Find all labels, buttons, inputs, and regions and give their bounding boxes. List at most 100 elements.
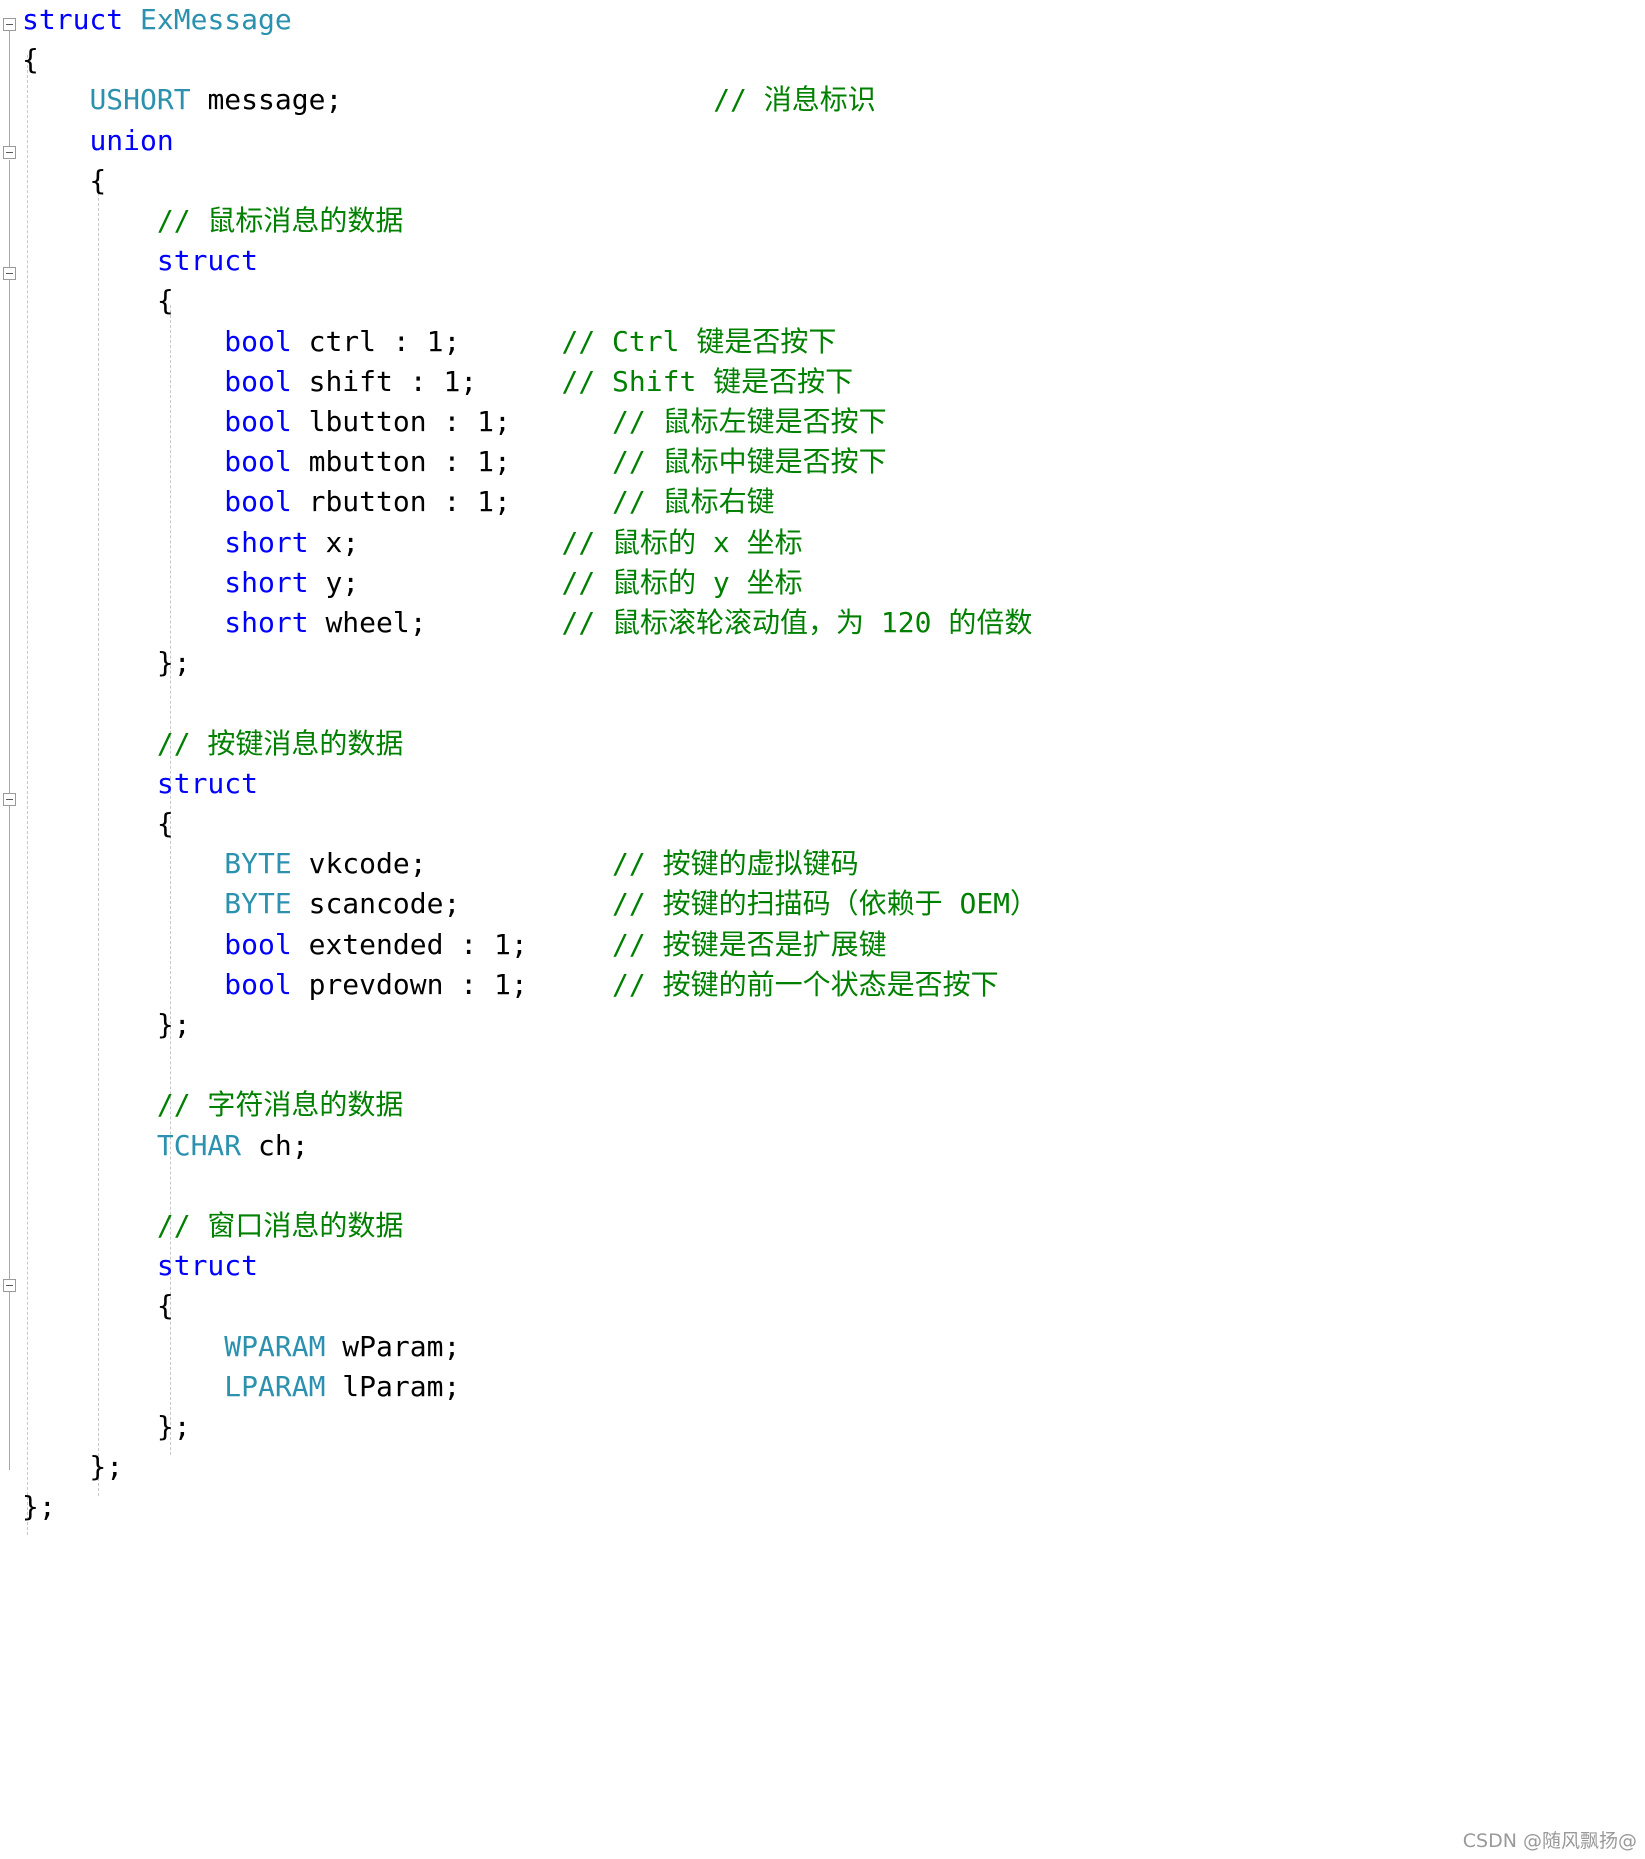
code-token-cmt: // 按键是否是扩展键 xyxy=(612,927,887,961)
fold-toggle-struct-keyboard[interactable] xyxy=(3,793,16,806)
code-token-kw: bool xyxy=(224,445,292,479)
code-token-pun xyxy=(22,566,224,599)
code-line[interactable]: }; xyxy=(22,643,191,683)
code-token-kw: bool xyxy=(224,405,292,438)
code-token-kw: short xyxy=(224,606,309,639)
code-token-id: y; xyxy=(308,565,360,599)
code-line[interactable]: short x; // 鼠标的 x 坐标 xyxy=(22,523,802,563)
code-editor[interactable]: struct ExMessage{ USHORT message; // 消息标… xyxy=(0,0,1645,1859)
code-token-kw: bool xyxy=(224,364,292,398)
code-token-kw: bool xyxy=(224,927,292,961)
code-token-cmt: // 鼠标中键是否按下 xyxy=(612,445,887,479)
code-token-pun xyxy=(22,1370,224,1403)
code-token-pun xyxy=(22,928,224,961)
code-token-cmt: // 按键的前一个状态是否按下 xyxy=(612,967,999,1001)
code-line[interactable]: bool ctrl : 1; // Ctrl 键是否按下 xyxy=(22,322,836,362)
code-line[interactable]: { xyxy=(22,40,39,80)
code-line[interactable]: }; xyxy=(22,1407,191,1447)
code-token-id: message; xyxy=(190,83,343,117)
code-line[interactable]: { xyxy=(22,161,106,201)
code-line[interactable]: struct xyxy=(22,764,258,804)
code-line[interactable]: }; xyxy=(22,1447,123,1487)
code-line[interactable]: short y; // 鼠标的 y 坐标 xyxy=(22,563,802,603)
code-token-kw: union xyxy=(89,123,174,157)
code-token-id: shift : 1; xyxy=(291,364,478,398)
code-token-id: wParam; xyxy=(325,1329,461,1363)
code-token-id: wheel; xyxy=(308,606,427,639)
code-token-cmt: // 按键消息的数据 xyxy=(156,726,404,760)
code-line[interactable]: TCHAR ch; xyxy=(22,1126,309,1166)
code-line[interactable]: }; xyxy=(22,1487,56,1527)
code-token-pun xyxy=(427,606,562,639)
code-token-pun xyxy=(427,847,612,880)
code-token-pun: }; xyxy=(22,1450,124,1484)
code-token-id: rbutton : 1; xyxy=(291,485,511,519)
code-token-pun xyxy=(123,3,140,36)
code-token-cmt: // 鼠标右键 xyxy=(612,485,775,519)
code-line[interactable]: BYTE scancode; // 按键的扫描码（依赖于 OEM） xyxy=(22,884,1038,924)
fold-toggle-struct-mouse[interactable] xyxy=(3,267,16,280)
code-line[interactable]: LPARAM lParam; xyxy=(22,1367,460,1407)
code-token-pun xyxy=(22,204,157,237)
code-line[interactable]: bool rbutton : 1; // 鼠标右键 xyxy=(22,482,775,522)
code-token-pun: { xyxy=(22,807,174,840)
fold-toggle-struct-exmessage[interactable] xyxy=(3,18,16,31)
code-line[interactable]: { xyxy=(22,281,174,321)
code-token-cmt: // 字符消息的数据 xyxy=(156,1088,404,1122)
code-token-type: WPARAM xyxy=(224,1329,326,1363)
folding-gutter[interactable] xyxy=(0,0,22,1859)
code-token-pun xyxy=(22,847,224,880)
code-token-kw: short xyxy=(224,565,309,599)
code-token-pun xyxy=(22,887,224,920)
code-line[interactable]: bool shift : 1; // Shift 键是否按下 xyxy=(22,362,853,402)
code-token-pun xyxy=(511,405,612,438)
code-token-kw: struct xyxy=(22,3,124,36)
code-line[interactable]: struct xyxy=(22,241,258,281)
code-token-kw: bool xyxy=(224,485,292,519)
code-line[interactable]: USHORT message; // 消息标识 xyxy=(22,80,875,120)
code-line[interactable]: // 按键消息的数据 xyxy=(22,724,404,764)
code-line[interactable]: union xyxy=(22,121,174,161)
code-token-pun xyxy=(22,968,224,1001)
code-token-pun: { xyxy=(22,284,174,318)
code-line[interactable]: BYTE vkcode; // 按键的虚拟键码 xyxy=(22,844,859,884)
code-line[interactable]: struct ExMessage xyxy=(22,0,292,40)
code-token-kw: short xyxy=(224,525,309,559)
code-line[interactable]: WPARAM wParam; xyxy=(22,1327,460,1367)
code-token-pun xyxy=(22,767,157,800)
code-token-pun xyxy=(22,606,224,639)
code-line[interactable]: }; xyxy=(22,1005,191,1045)
code-token-pun: }; xyxy=(22,1490,56,1524)
code-token-pun xyxy=(22,1088,157,1121)
fold-toggle-union[interactable] xyxy=(3,146,16,159)
code-line[interactable]: // 字符消息的数据 xyxy=(22,1085,404,1125)
fold-toggle-struct-window[interactable] xyxy=(3,1279,16,1292)
code-token-id: lParam; xyxy=(325,1369,461,1403)
fold-guide-line xyxy=(9,160,10,1470)
code-token-pun xyxy=(22,1249,157,1282)
code-token-type: USHORT xyxy=(89,83,191,117)
code-token-pun xyxy=(359,566,561,599)
code-token-pun xyxy=(359,526,561,559)
code-line[interactable]: struct xyxy=(22,1246,258,1286)
code-token-pun xyxy=(22,124,89,157)
code-line[interactable]: // 鼠标消息的数据 xyxy=(22,201,404,241)
code-token-cmt: // 鼠标左键是否按下 xyxy=(612,405,887,438)
code-token-kw: struct xyxy=(156,244,259,278)
code-token-id: extended : 1; xyxy=(291,927,528,961)
code-line[interactable]: bool mbutton : 1; // 鼠标中键是否按下 xyxy=(22,442,887,482)
code-token-id: scancode; xyxy=(291,887,461,921)
code-line[interactable]: bool extended : 1; // 按键是否是扩展键 xyxy=(22,925,887,965)
code-line[interactable]: { xyxy=(22,804,174,844)
code-token-kw: bool xyxy=(224,967,292,1001)
code-token-cmt: // Ctrl 键是否按下 xyxy=(561,324,837,358)
code-line[interactable]: // 窗口消息的数据 xyxy=(22,1206,404,1246)
code-line[interactable]: short wheel; // 鼠标滚轮滚动值，为 120 的倍数 xyxy=(22,603,1032,643)
fold-guide-line xyxy=(9,18,10,148)
code-line[interactable]: bool prevdown : 1; // 按键的前一个状态是否按下 xyxy=(22,965,999,1005)
code-token-pun: { xyxy=(22,43,39,77)
code-token-type: ExMessage xyxy=(140,3,292,36)
code-line[interactable]: bool lbutton : 1; // 鼠标左键是否按下 xyxy=(22,402,887,442)
code-line[interactable]: { xyxy=(22,1286,174,1326)
code-token-cmt: // 按键的虚拟键码 xyxy=(612,847,859,881)
